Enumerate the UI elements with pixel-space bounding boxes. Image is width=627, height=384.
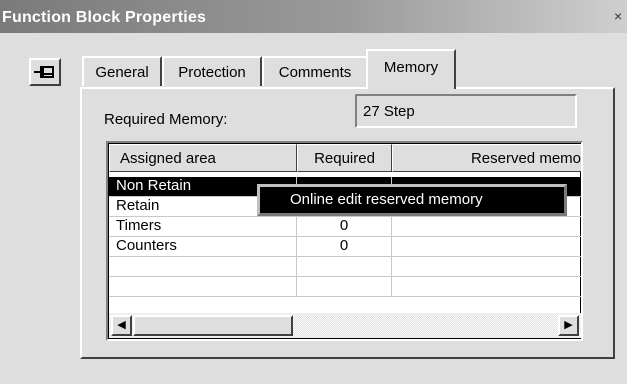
cell-required <box>297 277 392 297</box>
scrollbar-track[interactable] <box>293 315 558 336</box>
horizontal-scrollbar[interactable]: ◀ ▶ <box>109 313 581 338</box>
cell-reserved-memory[interactable] <box>392 257 581 277</box>
tab-protection[interactable]: Protection <box>162 56 262 86</box>
required-memory-value: 27 Step <box>355 94 577 128</box>
tab-general-label: General <box>95 64 149 81</box>
cell-assigned-area <box>109 277 297 297</box>
window-title: Function Block Properties <box>2 9 207 26</box>
tab-memory[interactable]: Memory <box>366 49 456 89</box>
arrow-right-icon: ▶ <box>564 319 573 331</box>
scrollbar-thumb[interactable] <box>133 315 293 336</box>
cell-assigned-area <box>109 257 297 277</box>
tab-general[interactable]: General <box>82 56 162 86</box>
column-header-required[interactable]: Required <box>297 144 392 172</box>
tab-comments-label: Comments <box>278 64 352 81</box>
required-memory-label: Required Memory: <box>104 111 228 128</box>
cell-reserved-memory[interactable] <box>392 217 581 237</box>
scroll-left-button[interactable]: ◀ <box>111 315 132 336</box>
scroll-right-button[interactable]: ▶ <box>558 315 579 336</box>
table-row[interactable]: Counters 0 <box>109 237 581 257</box>
tab-comments[interactable]: Comments <box>262 56 366 86</box>
pin-button[interactable] <box>29 58 61 86</box>
column-header-assigned-area[interactable]: Assigned area <box>109 144 297 172</box>
cell-required: 0 <box>297 237 392 257</box>
close-icon[interactable]: × <box>614 8 627 24</box>
column-header-reserved-memory[interactable]: Reserved memo <box>392 144 581 172</box>
memory-grid[interactable]: Assigned area Required Reserved memo Non… <box>106 141 583 341</box>
cell-required: 0 <box>297 217 392 237</box>
arrow-left-icon: ◀ <box>117 319 126 331</box>
table-row[interactable] <box>109 277 581 297</box>
cell-reserved-memory[interactable] <box>392 237 581 257</box>
cell-assigned-area: Timers <box>109 217 297 237</box>
cell-reserved-memory[interactable] <box>392 277 581 297</box>
title-bar[interactable]: Function Block Properties × <box>0 0 627 33</box>
tab-memory-label: Memory <box>383 59 439 76</box>
context-menu-item-online-edit-reserved-memory[interactable]: Online edit reserved memory <box>257 184 567 216</box>
cell-required <box>297 257 392 277</box>
table-row[interactable]: Timers 0 <box>109 217 581 237</box>
cell-assigned-area: Counters <box>109 237 297 257</box>
tab-protection-label: Protection <box>178 64 246 81</box>
grid-frame: Assigned area Required Reserved memo Non… <box>108 143 581 339</box>
table-row[interactable] <box>109 257 581 277</box>
